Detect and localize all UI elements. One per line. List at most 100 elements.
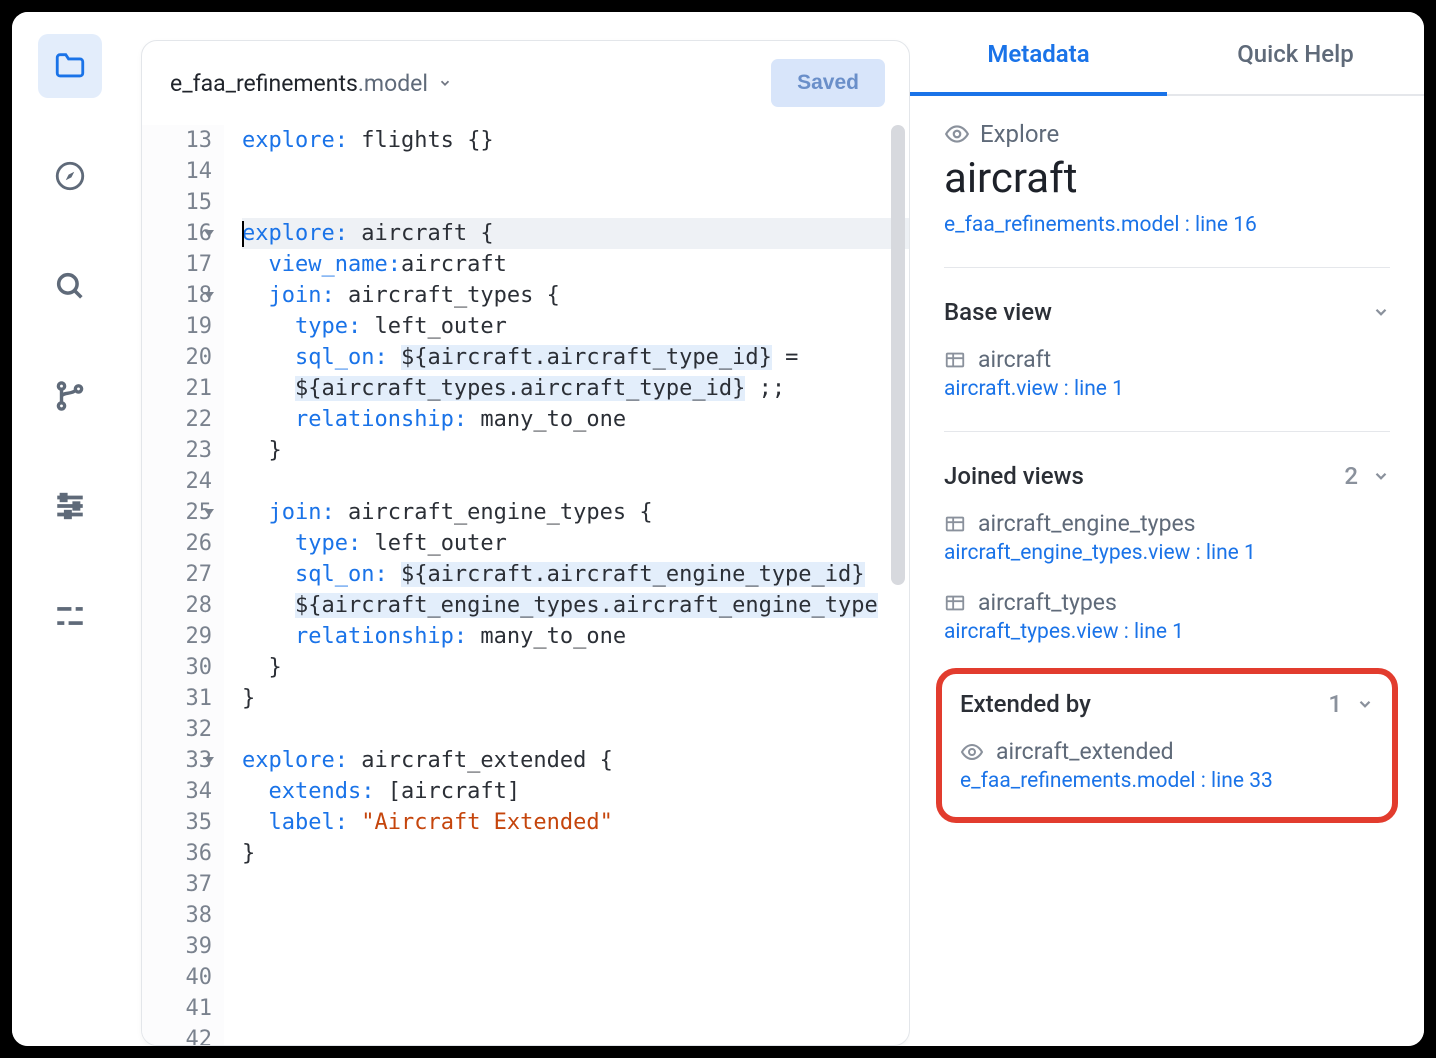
code-line[interactable]: }	[242, 838, 909, 869]
line-number: 26	[142, 528, 212, 559]
code-line[interactable]	[242, 869, 909, 900]
folder-icon[interactable]	[38, 34, 102, 98]
view-item[interactable]: aircraft	[944, 346, 1390, 373]
eye-icon	[960, 740, 984, 764]
metadata-panel: Metadata Quick Help Explore aircraft e_f…	[910, 12, 1424, 1046]
code-line[interactable]: relationship: many_to_one	[242, 404, 909, 435]
code-line[interactable]: explore: aircraft_extended {	[242, 745, 909, 776]
panel-tabs: Metadata Quick Help	[910, 12, 1424, 96]
table-icon	[944, 349, 966, 371]
tab-quickhelp[interactable]: Quick Help	[1167, 12, 1424, 94]
line-number: 33	[142, 745, 212, 776]
line-number: 29	[142, 621, 212, 652]
item-location-link[interactable]: e_faa_refinements.model : line 33	[960, 769, 1374, 793]
code-line[interactable]	[242, 714, 909, 745]
line-number: 20	[142, 342, 212, 373]
tab-metadata[interactable]: Metadata	[910, 12, 1167, 96]
code-line[interactable]: extends: [aircraft]	[242, 776, 909, 807]
line-number: 40	[142, 962, 212, 993]
line-number: 25	[142, 497, 212, 528]
code-line[interactable]: label: "Aircraft Extended"	[242, 807, 909, 838]
line-number: 34	[142, 776, 212, 807]
line-number: 14	[142, 156, 212, 187]
object-location-link[interactable]: e_faa_refinements.model : line 16	[944, 213, 1390, 237]
line-number: 32	[142, 714, 212, 745]
view-item[interactable]: aircraft_engine_types	[944, 510, 1390, 537]
line-number: 23	[142, 435, 212, 466]
section-count: 1	[1328, 690, 1342, 718]
line-number: 41	[142, 993, 212, 1024]
item-location-link[interactable]: aircraft_types.view : line 1	[944, 620, 1390, 644]
line-number: 13	[142, 125, 212, 156]
code-line[interactable]: join: aircraft_engine_types {	[242, 497, 909, 528]
chevron-down-icon	[1372, 303, 1390, 321]
section-title: Base view	[944, 298, 1052, 326]
code-line[interactable]: join: aircraft_types {	[242, 280, 909, 311]
code-line[interactable]: type: left_outer	[242, 311, 909, 342]
vertical-toolbar	[12, 12, 127, 1046]
explore-item[interactable]: aircraft_extended	[960, 738, 1374, 765]
line-number: 39	[142, 931, 212, 962]
code-line[interactable]	[242, 156, 909, 187]
scrollbar[interactable]	[891, 125, 905, 585]
section-extended-by[interactable]: Extended by 1	[960, 690, 1374, 718]
filename[interactable]: e_faa_refinements.model	[170, 70, 428, 97]
save-button[interactable]: Saved	[771, 59, 885, 107]
code-line[interactable]: ${aircraft_types.aircraft_type_id} ;;	[242, 373, 909, 404]
code-line[interactable]	[242, 993, 909, 1024]
code-line[interactable]: sql_on: ${aircraft.aircraft_type_id} =	[242, 342, 909, 373]
branch-icon[interactable]	[38, 364, 102, 428]
search-icon[interactable]	[38, 254, 102, 318]
code-line[interactable]	[242, 187, 909, 218]
section-base-view[interactable]: Base view	[944, 298, 1390, 326]
line-number: 24	[142, 466, 212, 497]
code-editor[interactable]: 1314151617181920212223242526272829303132…	[142, 125, 909, 1045]
code-line[interactable]: explore: aircraft {	[242, 218, 909, 249]
line-number: 30	[142, 652, 212, 683]
line-number: 38	[142, 900, 212, 931]
line-number: 18	[142, 280, 212, 311]
code-line[interactable]	[242, 962, 909, 993]
cursor	[242, 221, 244, 247]
section-title: Extended by	[960, 690, 1091, 718]
line-number: 22	[142, 404, 212, 435]
section-count: 2	[1344, 462, 1358, 490]
line-number: 19	[142, 311, 212, 342]
code-line[interactable]: view_name:aircraft	[242, 249, 909, 280]
code-line[interactable]	[242, 931, 909, 962]
code-line[interactable]	[242, 900, 909, 931]
compass-icon[interactable]	[38, 144, 102, 208]
item-location-link[interactable]: aircraft_engine_types.view : line 1	[944, 541, 1390, 565]
line-number: 16	[142, 218, 212, 249]
line-number: 15	[142, 187, 212, 218]
line-number: 37	[142, 869, 212, 900]
view-item[interactable]: aircraft_types	[944, 589, 1390, 616]
item-name: aircraft_types	[978, 589, 1117, 616]
panels-icon[interactable]	[38, 584, 102, 648]
code-line[interactable]	[242, 1024, 909, 1045]
code-line[interactable]: }	[242, 683, 909, 714]
code-line[interactable]	[242, 466, 909, 497]
line-number: 17	[142, 249, 212, 280]
section-joined-views[interactable]: Joined views 2	[944, 462, 1390, 490]
line-number: 35	[142, 807, 212, 838]
table-icon	[944, 592, 966, 614]
item-location-link[interactable]: aircraft.view : line 1	[944, 377, 1390, 401]
code-line[interactable]: type: left_outer	[242, 528, 909, 559]
code-line[interactable]: sql_on: ${aircraft.aircraft_engine_type_…	[242, 559, 909, 590]
code-line[interactable]: explore: flights {}	[242, 125, 909, 156]
item-name: aircraft_extended	[996, 738, 1174, 765]
line-number: 21	[142, 373, 212, 404]
code-line[interactable]: }	[242, 435, 909, 466]
item-name: aircraft_engine_types	[978, 510, 1196, 537]
code-line[interactable]: ${aircraft_engine_types.aircraft_engine_…	[242, 590, 909, 621]
filename-dropdown-icon[interactable]	[438, 76, 452, 90]
section-title: Joined views	[944, 462, 1084, 490]
editor-panel: e_faa_refinements.model Saved 1314151617…	[127, 12, 910, 1046]
object-name: aircraft	[944, 154, 1390, 203]
extended-by-highlight: Extended by 1 aircraft_extended e_faa_re…	[936, 668, 1398, 823]
code-line[interactable]: }	[242, 652, 909, 683]
line-number: 27	[142, 559, 212, 590]
sliders-icon[interactable]	[38, 474, 102, 538]
code-line[interactable]: relationship: many_to_one	[242, 621, 909, 652]
